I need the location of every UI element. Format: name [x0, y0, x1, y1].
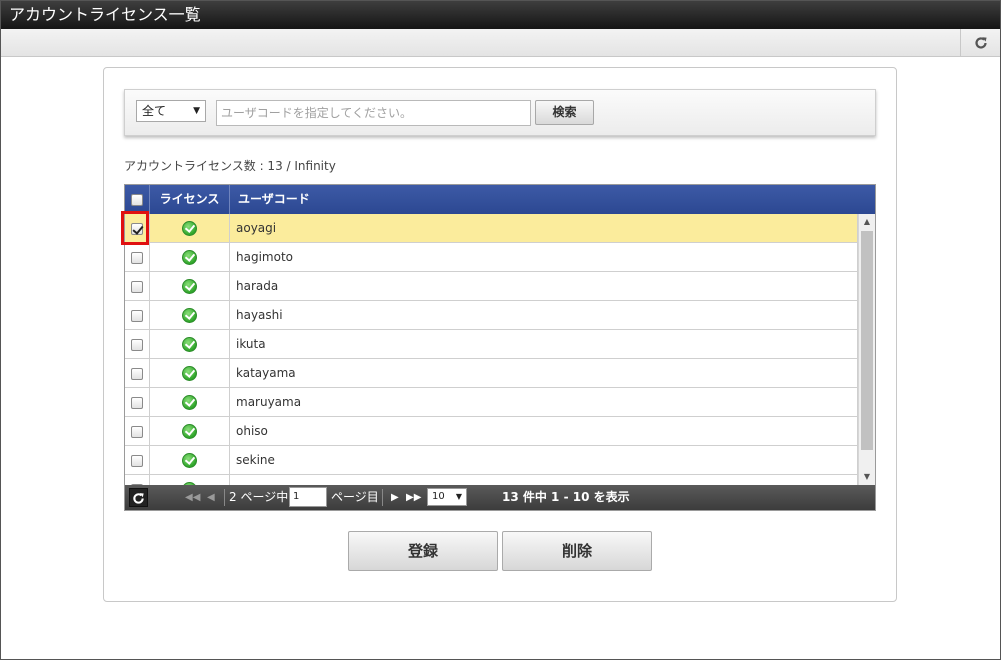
highlight-annotation-box — [121, 211, 149, 245]
filter-select-value: 全て — [142, 104, 167, 118]
row-checkbox[interactable] — [131, 396, 143, 409]
scroll-thumb[interactable] — [861, 231, 873, 450]
row-checkbox-cell — [125, 417, 150, 445]
table-row[interactable] — [125, 475, 858, 485]
row-checkbox[interactable] — [131, 309, 143, 322]
row-checkbox-cell — [125, 243, 150, 271]
page-title: アカウントライセンス一覧 — [9, 5, 201, 24]
license-active-icon — [182, 395, 197, 410]
table-row[interactable]: ikuta — [125, 330, 858, 359]
pager-bar: ◀◀ ◀ 2 ページ中 1 ページ目 ▶ ▶▶ 10 ▼ 13 件中 1 - 1… — [125, 485, 875, 510]
row-checkbox-cell — [125, 301, 150, 329]
license-cell — [150, 330, 230, 358]
header-user-code[interactable]: ユーザコード — [230, 185, 858, 214]
user-code-cell: harada — [230, 272, 858, 300]
license-cell — [150, 243, 230, 271]
license-active-icon — [182, 337, 197, 352]
license-cell — [150, 214, 230, 242]
row-checkbox[interactable] — [131, 251, 143, 264]
license-cell — [150, 272, 230, 300]
main-panel: 全て ▼ 検索 アカウントライセンス数 : 13 / Infinity ライセン… — [103, 67, 897, 602]
user-code-cell: hagimoto — [230, 243, 858, 271]
user-code-cell: sekine — [230, 446, 858, 474]
row-checkbox-cell — [125, 272, 150, 300]
row-checkbox[interactable] — [131, 367, 143, 380]
row-checkbox[interactable] — [131, 425, 143, 438]
table-row[interactable]: katayama — [125, 359, 858, 388]
refresh-icon — [974, 37, 987, 49]
header-checkbox-cell — [125, 185, 150, 214]
license-active-icon — [182, 424, 197, 439]
pager-separator — [382, 489, 383, 506]
table-row[interactable]: aoyagi — [125, 214, 858, 243]
license-cell — [150, 417, 230, 445]
license-table: ライセンス ユーザコード aoyagi hagimoto harada haya… — [124, 184, 876, 511]
refresh-icon — [133, 493, 144, 504]
search-button[interactable]: 検索 — [535, 100, 594, 125]
page-count-label: 2 ページ中 — [229, 490, 289, 504]
select-all-checkbox[interactable] — [131, 193, 143, 206]
last-page-icon[interactable]: ▶▶ — [406, 485, 421, 510]
row-checkbox[interactable] — [131, 454, 143, 467]
user-code-cell: hayashi — [230, 301, 858, 329]
table-body: aoyagi hagimoto harada hayashi ikuta kat… — [125, 214, 858, 485]
table-row[interactable]: hagimoto — [125, 243, 858, 272]
pager-summary: 13 件中 1 - 10 を表示 — [502, 490, 630, 504]
license-active-icon — [182, 279, 197, 294]
user-code-cell: katayama — [230, 359, 858, 387]
table-row[interactable]: sekine — [125, 446, 858, 475]
row-checkbox-cell — [125, 475, 150, 485]
license-active-icon — [182, 366, 197, 381]
license-cell — [150, 475, 230, 485]
user-code-search-input[interactable] — [216, 100, 531, 126]
license-active-icon — [182, 453, 197, 468]
row-checkbox-cell — [125, 388, 150, 416]
user-code-cell: ikuta — [230, 330, 858, 358]
prev-page-icon[interactable]: ◀ — [207, 485, 215, 510]
row-checkbox[interactable] — [131, 280, 143, 293]
license-active-icon — [182, 221, 197, 236]
row-checkbox[interactable] — [131, 338, 143, 351]
page-size-select[interactable]: 10 ▼ — [427, 488, 467, 506]
register-button[interactable]: 登録 — [348, 531, 498, 571]
user-code-cell: aoyagi — [230, 214, 858, 242]
row-checkbox-cell — [125, 359, 150, 387]
license-active-icon — [182, 308, 197, 323]
row-checkbox-cell — [125, 446, 150, 474]
chevron-down-icon: ▼ — [193, 106, 200, 116]
scroll-down-arrow-icon[interactable]: ▼ — [859, 469, 875, 485]
table-scrollbar[interactable]: ▲ ▼ — [858, 214, 875, 485]
search-panel: 全て ▼ 検索 — [124, 89, 876, 136]
user-code-cell — [230, 475, 858, 485]
license-count-label: アカウントライセンス数 : 13 / Infinity — [124, 159, 336, 173]
user-code-cell: ohiso — [230, 417, 858, 445]
license-active-icon — [182, 250, 197, 265]
table-row[interactable]: maruyama — [125, 388, 858, 417]
delete-button[interactable]: 削除 — [502, 531, 652, 571]
scroll-up-arrow-icon[interactable]: ▲ — [859, 214, 875, 230]
table-row[interactable]: ohiso — [125, 417, 858, 446]
next-page-icon[interactable]: ▶ — [391, 485, 399, 510]
pager-separator — [224, 489, 225, 506]
filter-select[interactable]: 全て ▼ — [136, 100, 206, 122]
license-cell — [150, 301, 230, 329]
license-cell — [150, 388, 230, 416]
first-page-icon[interactable]: ◀◀ — [185, 485, 200, 510]
table-header: ライセンス ユーザコード — [125, 185, 875, 214]
chevron-down-icon: ▼ — [455, 492, 462, 501]
pager-refresh-button[interactable] — [129, 488, 148, 507]
page-suffix-label: ページ目 — [331, 490, 379, 504]
title-bar: アカウントライセンス一覧 — [1, 1, 1000, 29]
current-page-input[interactable]: 1 — [289, 487, 327, 507]
license-cell — [150, 359, 230, 387]
refresh-button[interactable] — [960, 29, 1000, 57]
page-size-value: 10 — [432, 491, 445, 502]
table-row[interactable]: harada — [125, 272, 858, 301]
row-checkbox-cell — [125, 330, 150, 358]
license-cell — [150, 446, 230, 474]
header-license[interactable]: ライセンス — [150, 185, 230, 214]
table-row[interactable]: hayashi — [125, 301, 858, 330]
toolbar — [1, 29, 1000, 57]
user-code-cell: maruyama — [230, 388, 858, 416]
